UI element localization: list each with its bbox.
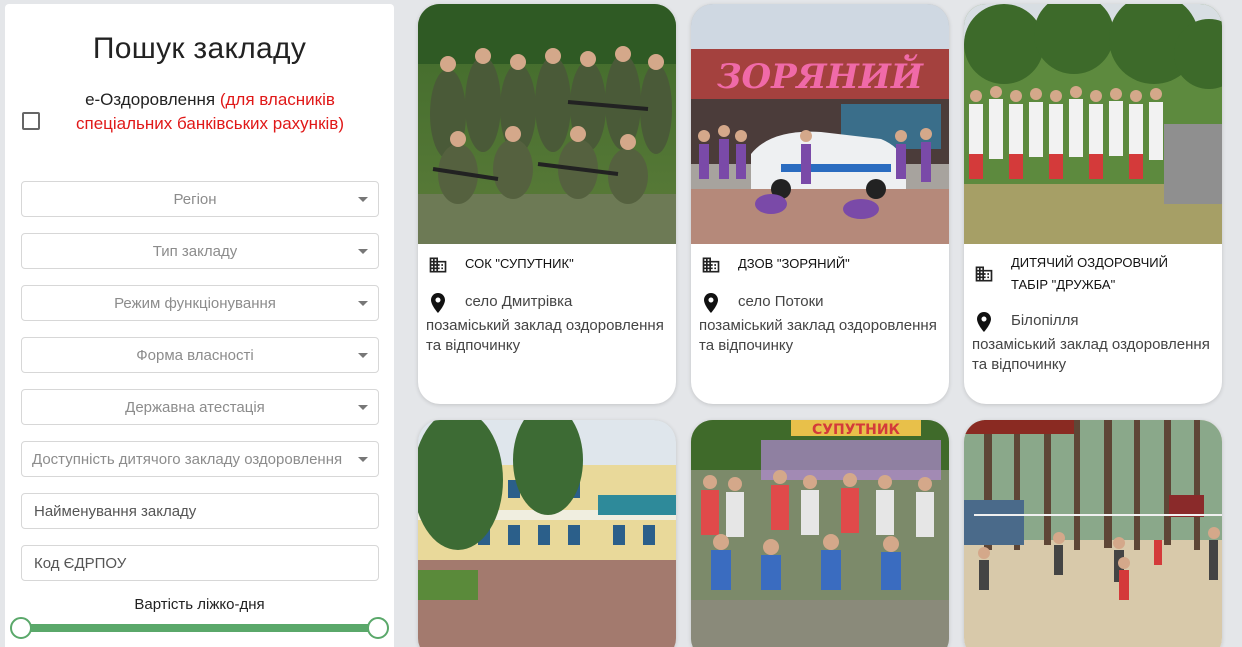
accessibility-label: Доступність дитячого закладу оздоровленн… — [32, 450, 343, 468]
chevron-down-icon — [358, 249, 368, 254]
facility-type-label: Тип закладу — [152, 242, 238, 260]
camp-sign-text: СУПУТНИК — [812, 422, 901, 438]
operation-mode-select[interactable]: Режим функціонування — [21, 285, 379, 321]
facility-name-input[interactable] — [21, 493, 379, 529]
facility-card[interactable]: ЗОРЯНИЙ ДЗОВ "ЗОРЯНИЙ" село Потоки позам… — [691, 4, 949, 404]
e-ozdorovlennia-label: е-Оздоровлення (для власників спеціальни… — [55, 88, 365, 136]
chevron-down-icon — [358, 457, 368, 462]
price-range-track[interactable] — [22, 624, 374, 632]
chevron-down-icon — [358, 405, 368, 410]
facility-card[interactable]: СОК "СУПУТНИК" село Дмитрівка позаміськи… — [418, 4, 676, 404]
chevron-down-icon — [358, 301, 368, 306]
facility-card[interactable]: СУПУТНИК — [691, 420, 949, 647]
accessibility-select[interactable]: Доступність дитячого закладу оздоровленн… — [21, 441, 379, 477]
facility-card[interactable]: ДИТЯЧИЙ ОЗДОРОВЧИЙ ТАБІР "ДРУЖБА" Білопі… — [964, 4, 1222, 404]
search-panel: Пошук закладу е-Оздоровлення (для власни… — [5, 4, 394, 647]
state-attestation-select[interactable]: Державна атестація — [21, 389, 379, 425]
facility-city: Білопілля — [1011, 312, 1079, 329]
facility-card[interactable] — [418, 420, 676, 647]
facility-photo — [964, 420, 1222, 647]
facility-type: позаміський заклад оздоровлення та відпо… — [699, 317, 937, 354]
price-label: Вартість ліжко-дня — [134, 596, 265, 613]
e-ozdorovlennia-checkbox[interactable] — [22, 112, 40, 130]
facility-name: СОК "СУПУТНИК" — [465, 256, 574, 271]
location-pin-icon — [704, 293, 718, 313]
region-select[interactable]: Регіон — [21, 181, 379, 217]
facility-photo — [418, 420, 676, 647]
facility-city: село Дмитрівка — [465, 293, 573, 310]
state-attestation-label: Державна атестація — [125, 398, 265, 416]
edrpou-code-input[interactable] — [21, 545, 379, 581]
ownership-form-label: Форма власності — [136, 346, 254, 364]
building-icon — [975, 266, 993, 282]
region-select-label: Регіон — [173, 190, 217, 208]
building-icon — [429, 257, 447, 273]
facility-type: позаміський заклад оздоровлення та відпо… — [972, 336, 1210, 373]
operation-mode-label: Режим функціонування — [114, 294, 276, 312]
facility-photo — [418, 4, 676, 244]
price-max-handle[interactable] — [367, 617, 389, 639]
facility-name: ДЗОВ "ЗОРЯНИЙ" — [738, 256, 850, 271]
location-pin-icon — [431, 293, 445, 313]
facility-photo — [964, 4, 1222, 244]
facility-name: ДИТЯЧИЙ ОЗДОРОВЧИЙ ТАБІР "ДРУЖБА" — [1011, 255, 1168, 292]
facility-photo: СУПУТНИК — [691, 420, 949, 647]
facility-type-select[interactable]: Тип закладу — [21, 233, 379, 269]
facility-city: село Потоки — [738, 293, 824, 310]
chevron-down-icon — [358, 353, 368, 358]
camp-sign-text: ЗОРЯНИЙ — [717, 54, 924, 97]
chevron-down-icon — [358, 197, 368, 202]
facility-card[interactable] — [964, 420, 1222, 647]
ownership-form-select[interactable]: Форма власності — [21, 337, 379, 373]
building-icon — [702, 257, 720, 273]
facility-photo: ЗОРЯНИЙ — [691, 4, 949, 244]
price-min-handle[interactable] — [10, 617, 32, 639]
ozd-label-text: е-Оздоровлення — [85, 90, 216, 109]
facility-type: позаміський заклад оздоровлення та відпо… — [426, 317, 664, 354]
location-pin-icon — [977, 312, 991, 332]
search-title: Пошук закладу — [92, 32, 307, 65]
